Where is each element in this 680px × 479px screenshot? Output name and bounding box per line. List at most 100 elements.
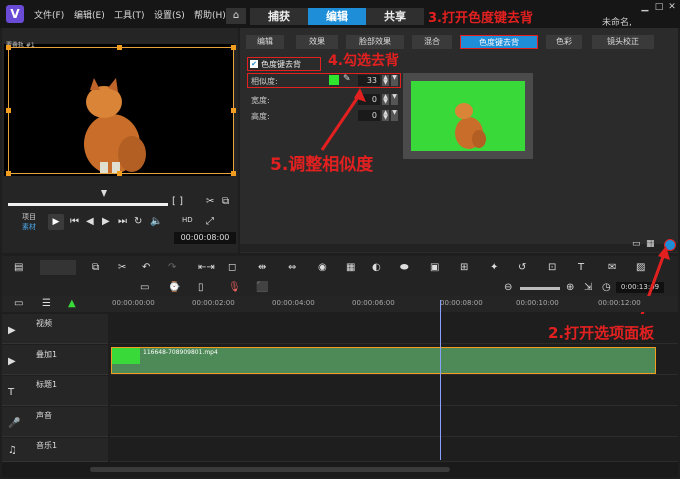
resize-handle[interactable] [231,171,236,176]
project-mode-label[interactable]: 项目 [22,212,36,222]
scrollbar-thumb[interactable] [90,467,450,472]
menu-settings[interactable]: 设置(S) [154,8,185,21]
magic-icon[interactable]: ✦ [490,262,498,273]
width-label: 宽度: [251,96,270,105]
chroma-key-label: 色度键去背 [261,60,301,69]
track-area-title[interactable] [110,376,678,406]
loop-icon[interactable]: ↺ [518,262,526,273]
trim-tool-icon[interactable]: ▯ [198,282,204,293]
tab-edit[interactable]: 编辑 [308,8,366,25]
track-area-music[interactable] [110,438,678,462]
opt-tab-chroma-key[interactable]: 色度键去背 [460,35,538,49]
opt-tab-effect[interactable]: 效果 [296,35,338,49]
record-icon[interactable]: ◻ [228,262,236,273]
undo-list-icon[interactable]: ⧉ [92,262,99,273]
mail-icon[interactable]: ✉ [608,262,616,273]
mask-icon[interactable]: ◐ [372,262,381,273]
next-frame-icon[interactable]: ▶ [102,216,110,227]
home-start-icon[interactable]: ⏮ [70,216,79,227]
fit-icon[interactable]: ⇤⇥ [198,262,215,273]
resize-handle[interactable] [6,108,11,113]
redo-icon[interactable]: ↷ [168,262,176,273]
microphone-icon[interactable]: 🎙 [228,282,241,293]
fullscreen-icon[interactable]: ⤢ [206,216,214,227]
menu-tools[interactable]: 工具(T) [114,8,145,21]
opt-tab-blend[interactable]: 混合 [412,35,452,49]
opt-tab-face[interactable]: 脸部效果 [346,35,404,49]
scan-icon[interactable]: ⊡ [548,262,556,273]
height-dropdown[interactable]: ▼ [391,110,398,121]
similarity-dropdown[interactable]: ▼ [391,75,398,86]
maximize-icon[interactable]: □ [654,2,664,12]
resize-handle[interactable] [117,171,122,176]
height-spinner[interactable]: ▲ ▼ [382,110,389,121]
add-cue-icon[interactable]: ▲ [68,298,76,309]
home-button[interactable]: ⌂ [226,8,246,24]
width-spinner[interactable]: ▲ ▼ [382,94,389,105]
opt-tab-edit[interactable]: 编辑 [246,35,284,49]
resize-handle[interactable] [231,45,236,50]
similarity-input[interactable]: 33 [358,75,380,86]
move-icon[interactable]: ⇔ [288,262,296,273]
repeat-icon[interactable]: ↻ [134,216,142,227]
multi-screen-icon[interactable]: ⊞ [460,262,468,273]
end-icon[interactable]: ⏭ [118,216,127,227]
duration-icon[interactable]: ⌚ [168,282,180,293]
clip-thumbnail [112,348,140,364]
undo-icon[interactable]: ↶ [142,262,150,273]
menu-file[interactable]: 文件(F) [34,8,64,21]
timeline-ruler[interactable] [2,296,678,312]
similarity-spinner[interactable]: ▲ ▼ [382,75,389,86]
key-color-swatch[interactable] [329,75,339,85]
crop-frame[interactable] [8,47,234,174]
timecode-display[interactable]: 00:00:08:00 [174,232,236,244]
tools-icon[interactable]: ✂ [118,262,126,273]
track-motion-icon[interactable]: ⬬ [400,262,409,273]
resize-handle[interactable] [6,171,11,176]
prev-frame-icon[interactable]: ◀ [86,216,94,227]
resize-handle[interactable] [117,45,122,50]
minimize-icon[interactable]: ▁ [640,2,650,12]
opt-tab-lens[interactable]: 镜头校正 [592,35,654,49]
copy-icon[interactable]: ⧉ [222,196,229,207]
storyboard-view-icon[interactable]: ▤ [14,262,23,273]
track-area-voice[interactable] [110,407,678,437]
resize-handle[interactable] [231,108,236,113]
volume-icon[interactable]: 🔈 [150,216,162,227]
chroma-preview-thumbnail [403,73,533,159]
fit-timeline-icon[interactable]: ⇲ [584,282,592,293]
close-icon[interactable]: ✕ [667,2,677,12]
resize-handle[interactable] [6,45,11,50]
opt-tab-color[interactable]: 色彩 [546,35,582,49]
clock-icon[interactable]: ◷ [602,282,611,293]
zoom-in-icon[interactable]: ⊕ [566,282,574,293]
trim-markers-icon[interactable]: [ ] [172,196,183,207]
chroma-key-checkbox[interactable]: ✔ [250,60,258,68]
tab-capture[interactable]: 捕获 [250,8,308,25]
play-button[interactable]: ▶ [48,214,64,230]
chapter-icon[interactable]: ☰ [42,298,51,309]
playhead[interactable] [440,300,441,460]
text-tool-icon[interactable]: T [578,262,584,273]
menu-help[interactable]: 帮助(H) [194,8,226,21]
split-icon[interactable]: ⇹ [258,262,266,273]
multicam-icon[interactable]: ▦ [346,262,355,273]
panel-scrollbar[interactable] [240,244,678,252]
subtitle-icon[interactable]: ▣ [430,262,439,273]
zoom-out-icon[interactable]: ⊖ [504,282,512,293]
cut-icon[interactable]: ✂ [206,196,214,207]
width-dropdown[interactable]: ▼ [391,94,398,105]
scrubber-track[interactable] [8,203,168,206]
auto-music-icon[interactable]: ◉ [318,262,327,273]
resolution-icon[interactable]: HD [182,216,193,224]
menu-edit[interactable]: 编辑(E) [74,8,105,21]
export-icon[interactable]: ⬛ [256,282,268,293]
track-manager-icon[interactable]: ▭ [14,298,23,309]
clip-mode-label[interactable]: 素材 [22,222,36,232]
crop-tool-icon[interactable]: ▭ [140,282,149,293]
track-name-title: 标题1 [36,380,58,389]
eyedropper-icon[interactable]: ✎ [343,74,353,84]
timeline-view-button[interactable] [40,260,76,275]
tab-share[interactable]: 共享 [366,8,424,25]
zoom-slider[interactable] [520,287,560,290]
